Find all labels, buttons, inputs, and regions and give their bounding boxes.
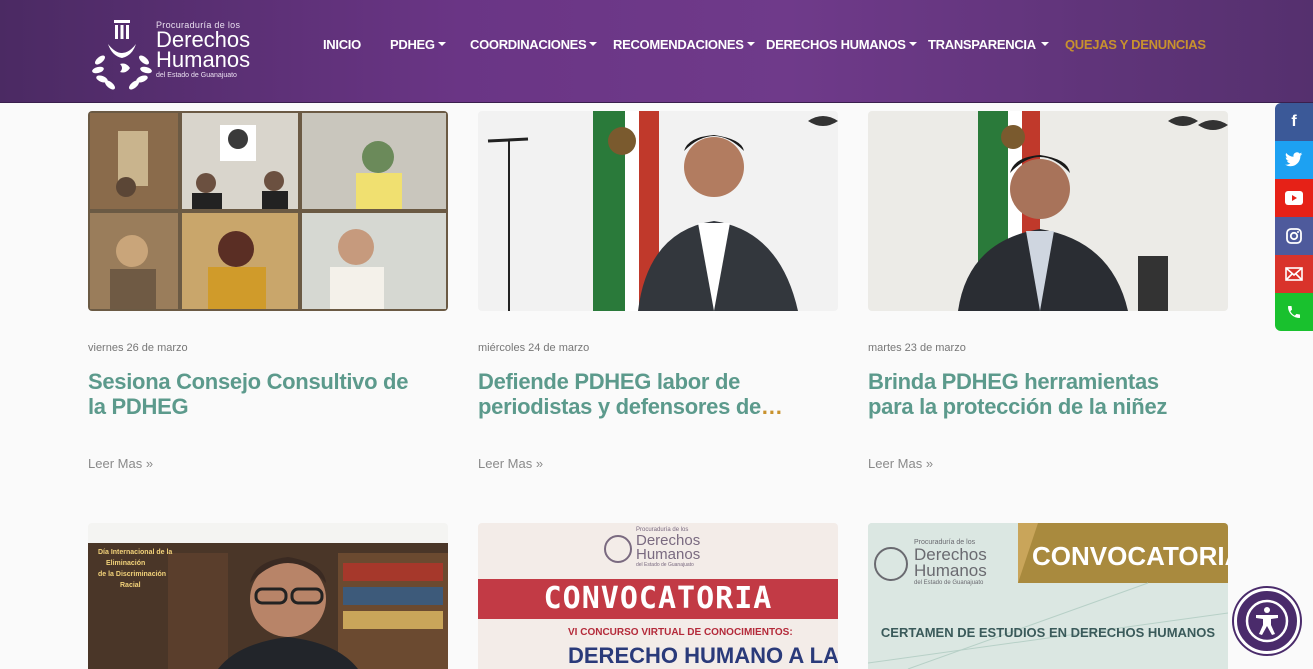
email-icon [1285, 267, 1303, 281]
youtube-icon [1285, 191, 1303, 205]
convocatoria-banner: CONVOCATORIA [1032, 541, 1228, 571]
convocatoria-banner: CONVOCATORIA [478, 579, 838, 619]
contest-subtitle: VI CONCURSO VIRTUAL DE CONOCIMIENTOS: [568, 627, 793, 638]
post-date: martes 23 de marzo [868, 342, 966, 354]
phone-button[interactable] [1275, 293, 1313, 331]
caret-down-icon [1040, 42, 1049, 46]
facebook-button[interactable]: f [1275, 103, 1313, 141]
caret-down-icon [908, 42, 917, 46]
logo-emblem-icon [92, 20, 152, 90]
news-thumbnail[interactable] [868, 111, 1228, 311]
contest-title: CERTAMEN DE ESTUDIOS EN DERECHOS HUMANOS [880, 625, 1216, 640]
logo-emblem-icon [604, 535, 632, 563]
instagram-icon [1286, 228, 1302, 244]
logo-emblem-icon [874, 547, 908, 581]
facebook-icon: f [1291, 113, 1297, 130]
news-card: martes 23 de marzo Brinda PDHEG herramie… [868, 111, 1228, 481]
logo-text: Procuraduría de los Derechos Humanos del… [156, 20, 250, 79]
accessibility-icon [1245, 599, 1289, 643]
news-card: Día Internacional de la Eliminación de l… [88, 523, 448, 669]
post-title-text: Defiende PDHEG labor de periodistas y de… [478, 369, 761, 419]
nav-item-transparencia[interactable]: TRANSPARENCIA [928, 37, 1049, 52]
overlay-line: Racial [120, 582, 141, 589]
nav-label: COORDINACIONES [470, 36, 587, 52]
nav-label: TRANSPARENCIA [928, 36, 1036, 52]
read-more-label: Leer Mas [868, 456, 923, 471]
news-thumbnail[interactable] [88, 111, 448, 311]
nav-item-quejas-y-denuncias[interactable]: QUEJAS Y DENUNCIAS [1065, 37, 1206, 52]
caret-down-icon [589, 42, 598, 46]
instagram-button[interactable] [1275, 217, 1313, 255]
news-thumbnail[interactable]: Procuraduría de los Derechos Humanos del… [868, 523, 1228, 669]
contest-title: DERECHO HUMANO A LA [568, 643, 838, 668]
post-title[interactable]: Brinda PDHEG herramientas para la protec… [868, 369, 1198, 419]
nav-label: PDHEG [390, 36, 435, 52]
email-button[interactable] [1275, 255, 1313, 293]
news-thumbnail[interactable]: Día Internacional de la Eliminación de l… [88, 523, 448, 669]
caret-down-icon [437, 42, 446, 46]
post-date: viernes 26 de marzo [88, 342, 188, 354]
double-chevron-right-icon: » [145, 456, 154, 471]
news-card: miércoles 24 de marzo Defiende PDHEG lab… [478, 111, 838, 481]
image-overlay-text: Día Internacional de la Eliminación de l… [98, 547, 172, 591]
nav-item-inicio[interactable]: INICIO [323, 37, 361, 52]
speaker-image [868, 111, 1228, 311]
post-date: miércoles 24 de marzo [478, 342, 590, 354]
news-card: Procuraduría de los Derechos Humanos del… [478, 523, 838, 669]
nav-item-pdheg[interactable]: PDHEG [390, 37, 446, 52]
post-title[interactable]: Sesiona Consejo Consultivo de la PDHEG [88, 369, 418, 419]
nav-item-recomendaciones[interactable]: RECOMENDACIONES [613, 37, 755, 52]
read-more-link[interactable]: Leer Mas » [868, 456, 933, 471]
logo-line: Humanos [636, 546, 701, 563]
site-logo[interactable]: Procuraduría de los Derechos Humanos del… [90, 18, 250, 90]
read-more-link[interactable]: Leer Mas » [478, 456, 543, 471]
nav-item-coordinaciones[interactable]: COORDINACIONES [470, 36, 598, 52]
read-more-link[interactable]: Leer Mas » [88, 456, 153, 471]
twitter-button[interactable] [1275, 141, 1313, 179]
accessibility-button[interactable] [1234, 588, 1300, 654]
site-header: Procuraduría de los Derechos Humanos del… [0, 0, 1313, 103]
nav-label: DERECHOS HUMANOS [766, 36, 906, 52]
title-ellipsis: … [760, 394, 783, 419]
news-card: Procuraduría de los Derechos Humanos del… [868, 523, 1228, 669]
video-conference-image [88, 111, 448, 311]
news-thumbnail[interactable]: Procuraduría de los Derechos Humanos del… [478, 523, 838, 669]
news-card: viernes 26 de marzo Sesiona Consejo Cons… [88, 111, 448, 481]
logo-line: del Estado de Guanajuato [914, 580, 984, 586]
logo-line3: Humanos [156, 47, 251, 72]
youtube-button[interactable] [1275, 179, 1313, 217]
nav-label: QUEJAS Y DENUNCIAS [1065, 36, 1206, 52]
video-speaker-image [88, 523, 448, 669]
caret-down-icon [746, 42, 755, 46]
speaker-image [478, 111, 838, 311]
overlay-line: Eliminación [106, 560, 146, 567]
nav-label: RECOMENDACIONES [613, 36, 744, 52]
logo-line: del Estado de Guanajuato [636, 562, 694, 568]
news-thumbnail[interactable] [478, 111, 838, 311]
double-chevron-right-icon: » [925, 456, 934, 471]
double-chevron-right-icon: » [535, 456, 544, 471]
overlay-line: de la Discriminación [98, 571, 167, 578]
phone-icon [1288, 306, 1300, 318]
nav-item-derechos-humanos[interactable]: DERECHOS HUMANOS [766, 37, 917, 52]
read-more-label: Leer Mas [88, 456, 143, 471]
logo-line4: del Estado de Guanajuato [156, 72, 237, 79]
read-more-label: Leer Mas [478, 456, 533, 471]
logo-line: Humanos [914, 561, 987, 580]
overlay-line: Día Internacional de la [98, 549, 173, 556]
twitter-icon [1285, 152, 1303, 167]
nav-label: INICIO [323, 36, 361, 52]
post-title[interactable]: Defiende PDHEG labor de periodistas y de… [478, 369, 808, 419]
